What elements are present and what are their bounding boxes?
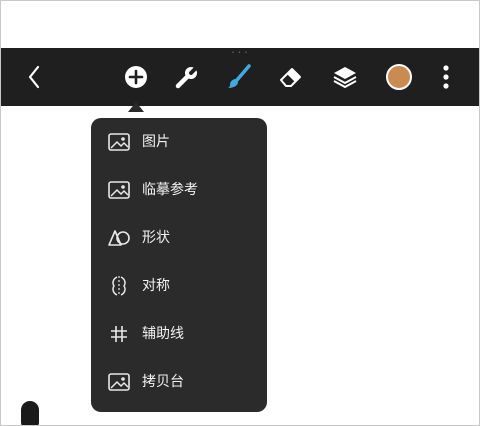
color-button[interactable] — [384, 62, 414, 92]
menu-item-label: 形状 — [142, 230, 170, 246]
shapes-icon — [107, 228, 131, 248]
menu-item-label: 拷贝台 — [142, 374, 184, 390]
chevron-left-icon — [27, 65, 41, 89]
menu-item-reference[interactable]: 临摹参考 — [91, 170, 267, 210]
color-swatch-icon — [385, 63, 413, 91]
app-window: • • • 图片 临摹参考 形状 对称 辅助线 拷贝台 — [0, 0, 480, 426]
toolbar-grabber[interactable]: • • • — [229, 50, 251, 56]
settings-button[interactable] — [172, 62, 202, 92]
menu-item-guides[interactable]: 辅助线 — [91, 314, 267, 354]
image-icon — [107, 180, 131, 200]
menu-item-label: 辅助线 — [142, 326, 184, 342]
menu-item-label: 对称 — [142, 278, 170, 294]
menu-item-label: 临摹参考 — [142, 182, 198, 198]
menu-item-label: 图片 — [142, 134, 170, 150]
more-button[interactable] — [431, 62, 461, 92]
eraser-icon — [278, 64, 304, 90]
menu-item-symmetry[interactable]: 对称 — [91, 266, 267, 306]
more-vertical-icon — [442, 64, 450, 90]
top-toolbar: • • • — [1, 48, 479, 106]
menu-pointer — [128, 102, 144, 112]
wrench-icon — [174, 64, 200, 90]
layers-icon — [332, 64, 358, 90]
sidebar-handle[interactable] — [21, 401, 39, 425]
plus-circle-icon — [124, 65, 148, 89]
menu-item-shapes[interactable]: 形状 — [91, 218, 267, 258]
brush-icon — [226, 64, 252, 90]
add-menu: 图片 临摹参考 形状 对称 辅助线 拷贝台 — [91, 118, 267, 412]
layers-button[interactable] — [330, 62, 360, 92]
menu-item-image[interactable]: 图片 — [91, 122, 267, 162]
symmetry-icon — [107, 276, 131, 296]
brush-button[interactable] — [224, 62, 254, 92]
image-icon — [107, 372, 131, 392]
menu-item-lightbox[interactable]: 拷贝台 — [91, 362, 267, 402]
back-button[interactable] — [19, 62, 49, 92]
eraser-button[interactable] — [276, 62, 306, 92]
grid-hash-icon — [107, 324, 131, 344]
status-area — [1, 1, 479, 48]
add-button[interactable] — [121, 62, 151, 92]
image-icon — [107, 132, 131, 152]
